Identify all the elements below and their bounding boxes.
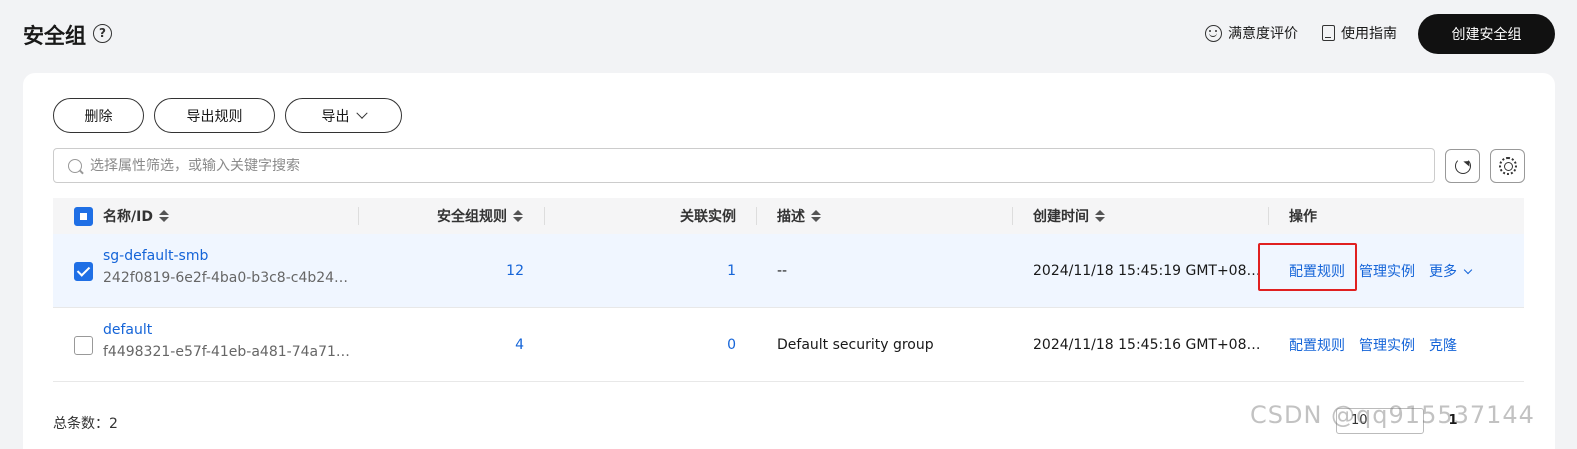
table-row: default f4498321-e57f-41eb-a481-74a71… 4… (53, 308, 1524, 382)
page-header: 安全组 ? 满意度评价 使用指南 创建安全组 (0, 0, 1577, 70)
settings-button[interactable] (1490, 149, 1525, 183)
clone-link[interactable]: 克隆 (1429, 335, 1457, 355)
rules-count-link[interactable]: 12 (363, 234, 524, 308)
sort-icon (513, 210, 523, 222)
row-checkbox[interactable] (74, 262, 93, 281)
export-rules-button[interactable]: 导出规则 (154, 98, 275, 133)
guide-link[interactable]: 使用指南 (1322, 22, 1397, 44)
column-header-name[interactable]: 名称/ID (103, 198, 169, 234)
refresh-icon (1454, 158, 1471, 174)
security-group-panel: 删除 导出规则 导出 名称/ID 安全组规则 关联实例 (23, 73, 1555, 449)
page-title: 安全组 (23, 24, 86, 48)
operations-cell: 配置规则 管理实例 克隆 (1289, 308, 1457, 382)
manage-instances-link[interactable]: 管理实例 (1359, 261, 1415, 281)
book-icon (1322, 25, 1335, 41)
description-cell: -- (777, 263, 788, 279)
rules-count-link[interactable]: 4 (363, 308, 524, 382)
sort-icon (158, 210, 169, 222)
smile-icon (1205, 24, 1222, 42)
security-group-table: 名称/ID 安全组规则 关联实例 描述 创建时间 操作 sg-default-s… (53, 198, 1524, 382)
security-group-id: f4498321-e57f-41eb-a481-74a71… (103, 344, 350, 360)
total-count: 总条数：2 (53, 416, 118, 432)
created-time-cell: 2024/11/18 15:45:19 GMT+08… (1033, 263, 1261, 279)
sort-icon (811, 210, 821, 222)
search-input[interactable] (90, 157, 1390, 174)
instances-count-link[interactable]: 1 (553, 234, 736, 308)
column-header-description[interactable]: 描述 (777, 198, 821, 234)
description-cell: Default security group (777, 337, 934, 353)
chevron-down-icon (1463, 265, 1473, 275)
table-row: sg-default-smb 242f0819-6e2f-4ba0-b3c8-c… (53, 234, 1524, 308)
export-dropdown-button[interactable]: 导出 (285, 98, 402, 133)
security-group-name-link[interactable]: default (103, 322, 350, 338)
created-time-cell: 2024/11/18 15:45:16 GMT+08… (1033, 337, 1261, 353)
guide-label: 使用指南 (1341, 26, 1397, 42)
delete-button[interactable]: 删除 (53, 98, 144, 133)
feedback-link[interactable]: 满意度评价 (1205, 22, 1298, 44)
column-header-instances: 关联实例 (680, 209, 736, 225)
security-group-id: 242f0819-6e2f-4ba0-b3c8-c4b24… (103, 270, 349, 286)
search-icon (68, 158, 82, 173)
name-id-cell: default f4498321-e57f-41eb-a481-74a71… (103, 322, 350, 360)
highlight-annotation-box (1258, 243, 1357, 291)
configure-rules-link[interactable]: 配置规则 (1289, 335, 1345, 355)
sort-icon (1095, 210, 1105, 222)
refresh-button[interactable] (1445, 149, 1480, 183)
question-circle-icon[interactable]: ? (93, 24, 112, 43)
export-label: 导出 (321, 108, 350, 125)
column-header-operations: 操作 (1289, 209, 1317, 225)
security-group-name-link[interactable]: sg-default-smb (103, 248, 348, 264)
more-dropdown[interactable]: 更多 (1429, 261, 1473, 281)
table-header: 名称/ID 安全组规则 关联实例 描述 创建时间 操作 (53, 198, 1524, 234)
feedback-label: 满意度评价 (1228, 26, 1298, 42)
search-bar[interactable] (53, 148, 1435, 183)
gear-icon (1498, 157, 1517, 175)
page-size-select[interactable]: 10 (1336, 408, 1424, 434)
manage-instances-link[interactable]: 管理实例 (1359, 335, 1415, 355)
chevron-down-icon (355, 107, 368, 119)
select-all-checkbox[interactable] (74, 207, 93, 226)
instances-count-link[interactable]: 0 (553, 308, 736, 382)
column-header-created[interactable]: 创建时间 (1033, 198, 1105, 234)
name-id-cell: sg-default-smb 242f0819-6e2f-4ba0-b3c8-c… (103, 248, 348, 286)
create-security-group-button[interactable]: 创建安全组 (1418, 14, 1555, 54)
row-checkbox[interactable] (74, 336, 93, 355)
pagination-current-page[interactable]: 1 (1441, 409, 1465, 433)
column-header-rules[interactable]: 安全组规则 (363, 198, 523, 234)
